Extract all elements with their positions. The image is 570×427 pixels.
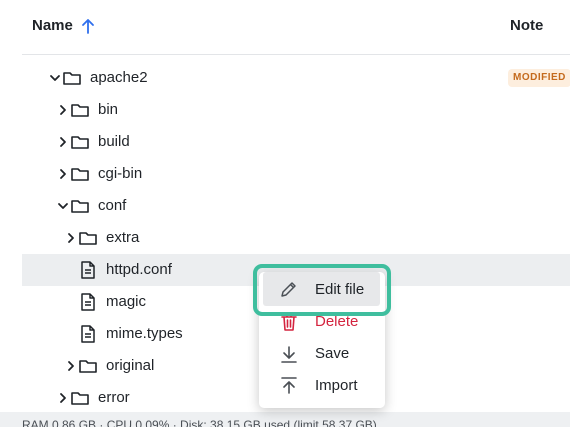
import-menu-item[interactable]: Import <box>259 370 385 402</box>
tree-row-label: magic <box>106 293 147 310</box>
status-bar: RAM 0.86 GB · CPU 0.09% · Disk: 38.15 GB… <box>0 412 570 427</box>
folder-icon <box>71 136 89 149</box>
chevron-right-icon[interactable] <box>57 392 69 404</box>
tree-row-label: bin <box>98 101 119 118</box>
tree-row-bin[interactable]: bin <box>22 94 570 126</box>
file-icon <box>81 261 95 279</box>
menu-item-label: Import <box>315 377 358 394</box>
sort-ascending-icon[interactable] <box>80 17 96 35</box>
tree-row-label: original <box>106 357 155 374</box>
chevron-right-icon[interactable] <box>57 104 69 116</box>
folder-icon <box>71 200 89 213</box>
file-icon <box>81 293 95 311</box>
chevron-down-icon[interactable] <box>49 72 61 84</box>
tree-row-cgi-bin[interactable]: cgi-bin <box>22 158 570 190</box>
tree-row-label: build <box>98 133 130 150</box>
tree-row-label: extra <box>106 229 140 246</box>
folder-icon <box>71 104 89 117</box>
chevron-right-icon[interactable] <box>57 168 69 180</box>
file-icon <box>81 325 95 343</box>
chevron-right-icon[interactable] <box>65 232 77 244</box>
menu-item-label: Save <box>315 345 350 362</box>
folder-icon <box>71 168 89 181</box>
status-badge: MODIFIED <box>508 69 570 87</box>
chevron-right-icon[interactable] <box>65 360 77 372</box>
tree-row-label: conf <box>98 197 127 214</box>
tree-row-apache2[interactable]: apache2 MODIFIED <box>22 62 570 94</box>
download-icon <box>281 346 297 363</box>
tree-row-label: mime.types <box>106 325 183 342</box>
table-header: Name Note <box>22 0 570 55</box>
tree-row-label: cgi-bin <box>98 165 143 182</box>
note-column-header[interactable]: Note <box>510 17 543 34</box>
tree-row-conf[interactable]: conf <box>22 190 570 222</box>
folder-icon <box>79 360 97 373</box>
tree-row-build[interactable]: build <box>22 126 570 158</box>
upload-icon <box>281 377 297 394</box>
folder-icon <box>79 232 97 245</box>
tree-row-label: error <box>98 389 130 406</box>
folder-icon <box>63 72 81 85</box>
focus-highlight-ring <box>253 264 391 316</box>
tree-row-extra[interactable]: extra <box>22 222 570 254</box>
tree-row-label: apache2 <box>90 69 148 86</box>
chevron-down-icon[interactable] <box>57 200 69 212</box>
save-menu-item[interactable]: Save <box>259 338 385 370</box>
tree-row-label: httpd.conf <box>106 261 172 278</box>
name-column-header[interactable]: Name <box>32 17 73 34</box>
chevron-right-icon[interactable] <box>57 136 69 148</box>
folder-icon <box>71 392 89 405</box>
